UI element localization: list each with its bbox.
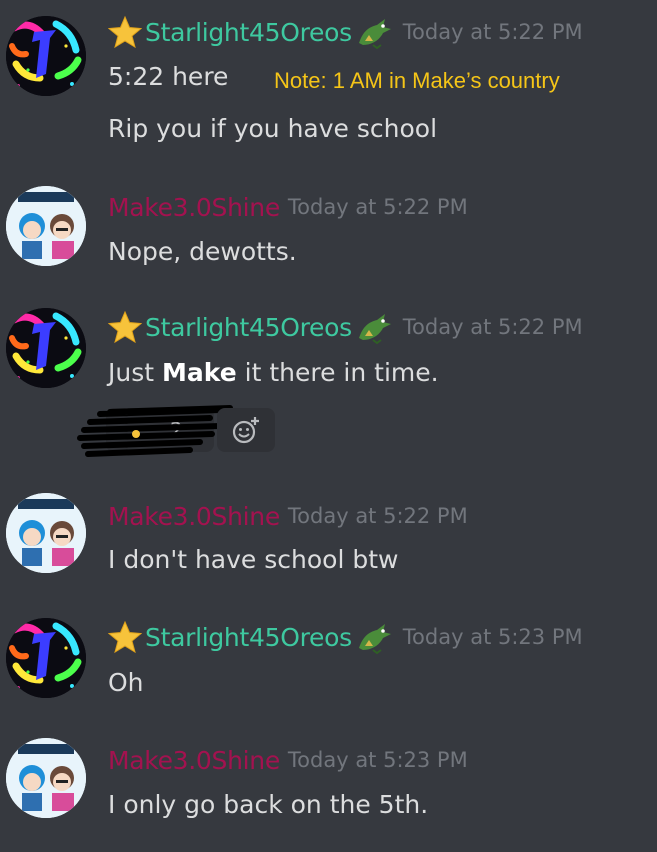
- username[interactable]: Make3.0Shine: [108, 746, 280, 775]
- text-segment: it there in time.: [236, 358, 439, 387]
- redacted-emoji-icon: [77, 405, 233, 457]
- add-reaction-icon: [232, 417, 259, 444]
- timestamp: Today at 5:22 PM: [287, 195, 468, 219]
- message-text: Oh: [108, 668, 144, 697]
- username[interactable]: Make3.0Shine: [108, 193, 280, 222]
- message-header: Make3.0Shine Today at 5:23 PM: [108, 743, 468, 777]
- avatar[interactable]: [6, 308, 86, 388]
- username[interactable]: Make3.0Shine: [108, 502, 280, 531]
- message-header: Starlight45Oreos Today at 5:22 PM: [108, 15, 583, 49]
- avatar[interactable]: [6, 738, 86, 818]
- avatar[interactable]: [6, 493, 86, 573]
- dragon-icon: [357, 18, 392, 49]
- dragon-icon: [357, 623, 392, 654]
- annotation-note: Note: 1 AM in Make’s country: [274, 68, 560, 93]
- message-text: 5:22 here: [108, 62, 229, 91]
- message-text: Nope, dewotts.: [108, 237, 297, 266]
- timestamp: Today at 5:23 PM: [402, 625, 583, 649]
- message-header: Make3.0Shine Today at 5:22 PM: [108, 190, 468, 224]
- star-icon: [108, 16, 142, 48]
- add-reaction-button[interactable]: [217, 408, 275, 452]
- avatar[interactable]: [6, 618, 86, 698]
- star-icon: [108, 311, 142, 343]
- timestamp: Today at 5:22 PM: [287, 504, 468, 528]
- message-text: I only go back on the 5th.: [108, 790, 429, 819]
- message-text: Rip you if you have school: [108, 114, 438, 143]
- username[interactable]: Starlight45Oreos: [145, 313, 352, 342]
- avatar[interactable]: [6, 186, 86, 266]
- message-header: Make3.0Shine Today at 5:22 PM: [108, 499, 468, 533]
- message-header: Starlight45Oreos Today at 5:23 PM: [108, 620, 583, 654]
- timestamp: Today at 5:23 PM: [287, 748, 468, 772]
- bold-text: Make: [162, 358, 237, 387]
- username[interactable]: Starlight45Oreos: [145, 623, 352, 652]
- message-text: I don't have school btw: [108, 545, 399, 574]
- timestamp: Today at 5:22 PM: [402, 315, 583, 339]
- message-header: Starlight45Oreos Today at 5:22 PM: [108, 310, 583, 344]
- star-icon: [108, 621, 142, 653]
- dragon-icon: [357, 313, 392, 344]
- message-text: Just Make it there in time.: [108, 358, 439, 387]
- text-segment: Just: [108, 358, 162, 387]
- timestamp: Today at 5:22 PM: [402, 20, 583, 44]
- avatar[interactable]: [6, 16, 86, 96]
- username[interactable]: Starlight45Oreos: [145, 18, 352, 47]
